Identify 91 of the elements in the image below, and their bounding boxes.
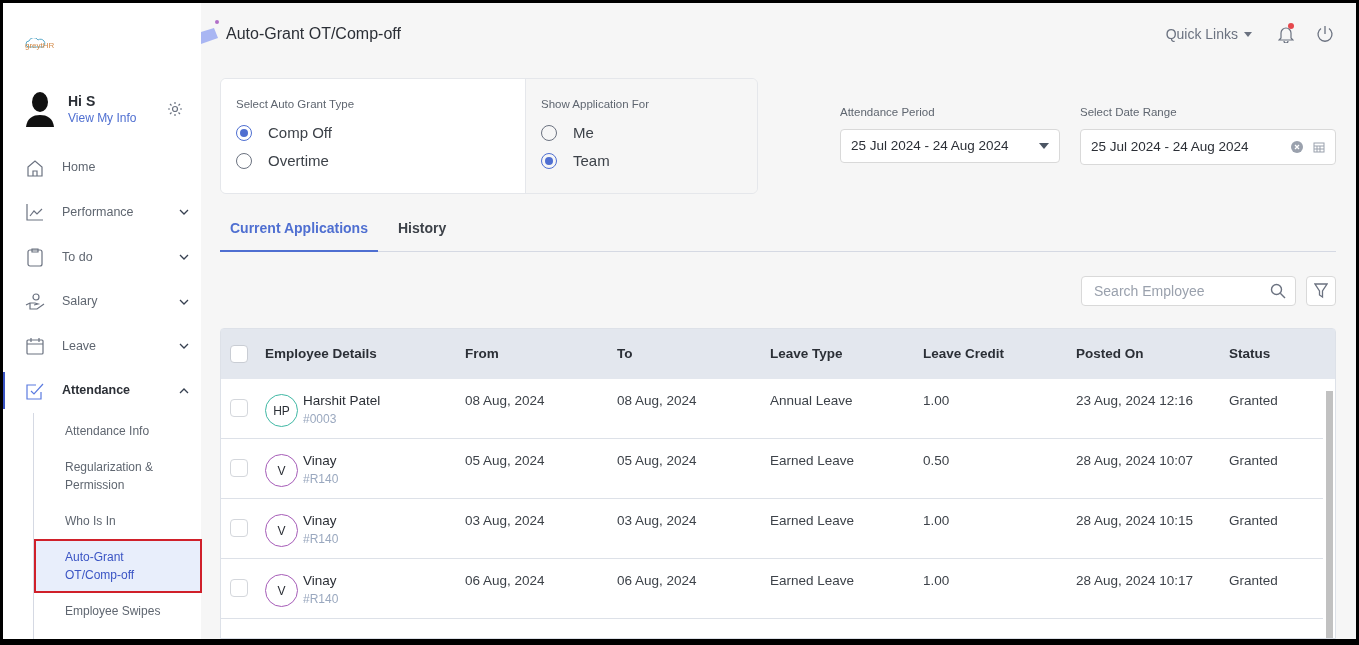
row-checkbox[interactable]	[230, 519, 248, 537]
column-header: To	[617, 344, 634, 363]
employee-name: Vinay	[303, 452, 338, 470]
employee-name: Harshit Patel	[303, 392, 381, 410]
employee-id: #0003	[303, 411, 338, 428]
nav-item[interactable]: Salary	[3, 279, 201, 324]
column-header: Leave Credit	[923, 344, 1006, 363]
table-cell-text: Granted	[1229, 512, 1279, 530]
power-icon	[1316, 25, 1334, 43]
column-header: Posted On	[1076, 344, 1145, 363]
caret-icon	[1244, 31, 1252, 37]
caret-icon	[1039, 143, 1049, 150]
table-cell-text: 06 Aug, 2024	[617, 572, 698, 590]
filter-button[interactable]	[1306, 276, 1336, 306]
table-cell-text: 1.00	[923, 572, 951, 590]
table-cell-text: 03 Aug, 2024	[465, 512, 546, 530]
nav-item[interactable]: To do	[3, 234, 201, 280]
table-cell-text: 28 Aug, 2024 10:15	[1076, 512, 1195, 530]
tab[interactable]: Current Applications	[220, 206, 378, 252]
column-header: Employee Details	[265, 344, 378, 363]
group-label: Select Auto Grant Type	[236, 97, 356, 112]
employee-id: #R140	[303, 591, 339, 608]
hand-icon	[25, 291, 45, 312]
table-cell-text: Earned Leave	[770, 512, 856, 530]
table-cell-text: 06 Aug, 2024	[465, 572, 546, 590]
table-cell-text: Granted	[1229, 452, 1279, 470]
row-checkbox[interactable]	[230, 399, 248, 417]
table-cell-text: Granted	[1229, 572, 1279, 590]
table-cell-text: 05 Aug, 2024	[617, 452, 698, 470]
table-cell-text: Annual Leave	[770, 392, 854, 410]
greeting: Hi S	[68, 91, 97, 110]
group-label: Show Application For	[541, 97, 651, 112]
scrollbar[interactable]	[1326, 391, 1333, 638]
table-cell-text: Granted	[1229, 392, 1279, 410]
column-header: From	[465, 344, 500, 363]
table-cell-text: Earned Leave	[770, 452, 856, 470]
employee-name: Vinay	[303, 512, 338, 530]
search-icon	[1270, 283, 1286, 299]
table-cell-text: Earned Leave	[770, 572, 856, 590]
row-checkbox[interactable]	[230, 579, 248, 597]
page-title: Auto-Grant OT/Comp-off	[226, 24, 402, 44]
column-header: Status	[1229, 344, 1272, 363]
quick-links-menu[interactable]: Quick Links	[1165, 23, 1252, 45]
table-cell-text: 05 Aug, 2024	[465, 452, 546, 470]
radio-option[interactable]: Comp Off	[236, 119, 525, 148]
settings-button[interactable]	[167, 100, 183, 117]
submenu-item[interactable]: Employee Swipes	[34, 593, 202, 629]
period-dropdown[interactable]: 25 Jul 2024 - 24 Aug 2024	[840, 129, 1060, 164]
search-field[interactable]: Search Employee	[1081, 276, 1296, 306]
submenu-item[interactable]: Regularization & Permission	[34, 449, 202, 503]
radio-option[interactable]: Overtime	[236, 147, 525, 176]
submenu-item[interactable]: Who Is In	[34, 503, 202, 539]
employee-name: Vinay	[303, 572, 338, 590]
date-range-field[interactable]: 25 Jul 2024 - 24 Aug 2024	[1080, 129, 1336, 166]
clipboard-icon	[25, 246, 45, 267]
table-cell-text: 23 Aug, 2024 12:16	[1076, 392, 1195, 410]
table-cell-text: 28 Aug, 2024 10:07	[1076, 452, 1195, 470]
field-label: Attendance Period	[840, 105, 936, 120]
employee-id: #R140	[303, 471, 339, 488]
avatar-silhouette	[25, 90, 55, 127]
select-all-checkbox[interactable]	[230, 345, 248, 363]
submenu-item[interactable]: Attendance Info	[34, 413, 202, 449]
clear-icon[interactable]	[1291, 141, 1303, 154]
table-cell-text: 28 Aug, 2024 10:17	[1076, 572, 1195, 590]
calendar-icon	[25, 336, 45, 357]
employee-id: #R140	[303, 531, 339, 548]
row-checkbox[interactable]	[230, 459, 248, 477]
nav-item[interactable]: Performance	[3, 190, 201, 235]
nav-item[interactable]: Home	[3, 145, 201, 191]
field-label: Select Date Range	[1080, 105, 1178, 120]
table-cell-text: 1.00	[923, 512, 951, 530]
tab[interactable]: History	[387, 206, 457, 252]
nav-item[interactable]: Leave	[3, 323, 201, 369]
logo: greytHR	[25, 37, 55, 50]
nav-item[interactable]: Attendance	[3, 368, 201, 413]
chart-icon	[25, 202, 45, 223]
table-cell-text: 0.50	[923, 452, 951, 470]
column-header: Leave Type	[770, 344, 844, 363]
view-info-link[interactable]: View My Info	[68, 109, 167, 126]
bell-icon	[1278, 25, 1294, 43]
radio-option[interactable]: Me	[541, 119, 757, 148]
table-cell-text: 03 Aug, 2024	[617, 512, 698, 530]
table-cell-text: 08 Aug, 2024	[465, 392, 546, 410]
submenu-item[interactable]: Auto-Grant OT/Comp-off	[34, 539, 202, 593]
filter-icon	[1314, 283, 1328, 299]
notifications-button[interactable]	[1278, 25, 1294, 43]
power-button[interactable]	[1316, 25, 1334, 43]
table-cell-text: 08 Aug, 2024	[617, 392, 698, 410]
settings-icon	[167, 100, 183, 117]
radio-option[interactable]: Team	[541, 147, 757, 176]
table-cell-text: 1.00	[923, 392, 951, 410]
